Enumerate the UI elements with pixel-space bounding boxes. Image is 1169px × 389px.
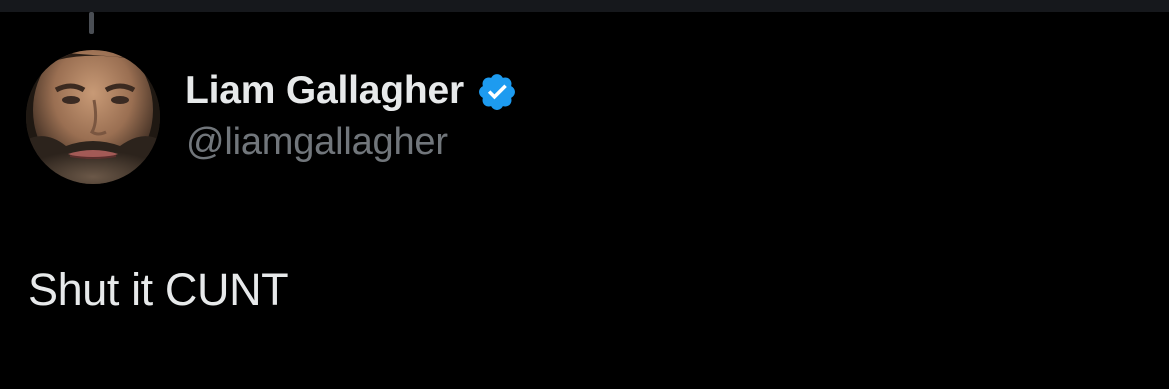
- thread-connector-line: [89, 12, 94, 34]
- verified-badge-icon[interactable]: [476, 71, 518, 113]
- top-divider-strip: [0, 0, 1169, 12]
- avatar[interactable]: [26, 50, 160, 184]
- user-handle[interactable]: @liamgallagher: [186, 121, 448, 164]
- author-name-row: Liam Gallagher: [185, 66, 518, 116]
- avatar-photo: [26, 50, 160, 184]
- tweet-text: Shut it CUNT: [28, 264, 289, 315]
- display-name[interactable]: Liam Gallagher: [185, 69, 464, 113]
